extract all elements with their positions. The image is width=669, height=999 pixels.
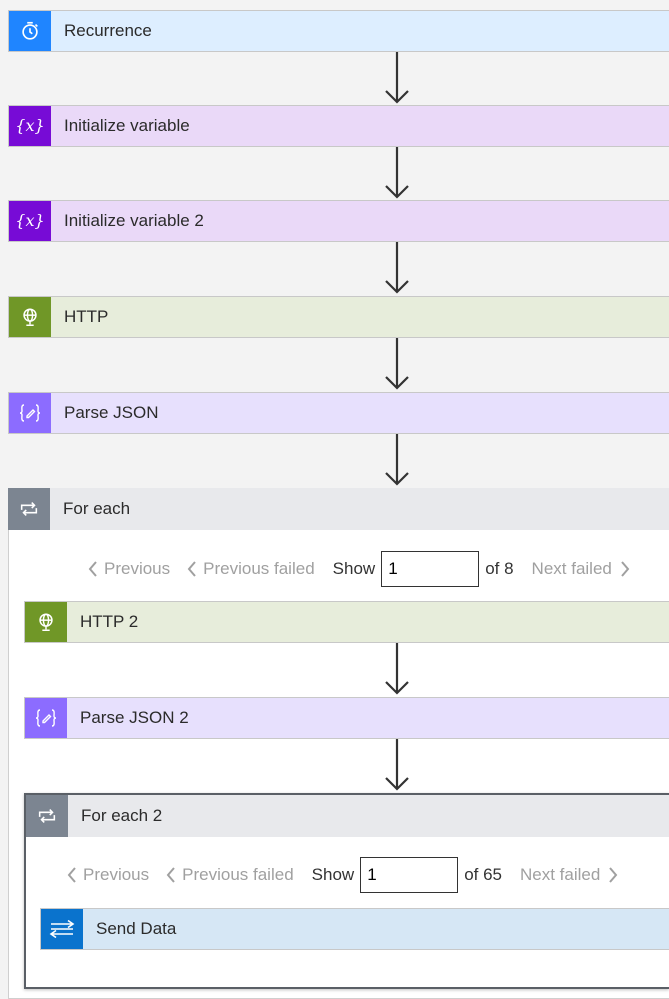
step-send-data[interactable]: Send Data bbox=[40, 908, 669, 950]
previous-button[interactable]: Previous bbox=[67, 865, 149, 885]
parse-json-icon bbox=[9, 393, 51, 433]
step-label: Initialize variable bbox=[64, 116, 190, 135]
step-label: Recurrence bbox=[64, 21, 152, 40]
connector-arrow-icon bbox=[385, 147, 409, 199]
chevron-left-icon bbox=[187, 561, 196, 577]
svg-text:{x}: {x} bbox=[15, 116, 44, 135]
iteration-count: of 65 bbox=[464, 865, 502, 884]
next-failed-label: Next failed bbox=[520, 865, 601, 884]
step-for-each[interactable]: For each bbox=[8, 488, 669, 530]
pagination-bar: Previous Previous failed Show of 65 Next… bbox=[67, 857, 618, 893]
show-label: Show bbox=[332, 559, 376, 578]
step-http-2[interactable]: HTTP 2 bbox=[24, 601, 669, 643]
next-failed-button[interactable]: Next failed bbox=[520, 865, 618, 885]
variable-icon: {x} bbox=[9, 106, 51, 146]
connector-arrow-icon bbox=[385, 643, 409, 695]
transfer-arrows-icon bbox=[41, 909, 83, 949]
previous-label: Previous bbox=[104, 559, 171, 578]
step-for-each-2[interactable]: For each 2 bbox=[26, 795, 669, 837]
connector-arrow-icon bbox=[385, 242, 409, 294]
svg-text:{x}: {x} bbox=[15, 211, 44, 230]
iteration-input[interactable] bbox=[360, 857, 459, 893]
step-initialize-variable[interactable]: {x} Initialize variable bbox=[8, 105, 669, 147]
connector-arrow-icon bbox=[385, 434, 409, 486]
step-label: Parse JSON bbox=[64, 403, 159, 422]
loop-icon bbox=[8, 488, 50, 530]
step-recurrence[interactable]: Recurrence bbox=[8, 10, 669, 52]
globe-icon bbox=[25, 602, 67, 642]
step-parse-json[interactable]: Parse JSON bbox=[8, 392, 669, 434]
step-label: Send Data bbox=[96, 919, 177, 938]
chevron-left-icon bbox=[67, 867, 76, 883]
show-label: Show bbox=[311, 865, 355, 884]
pagination-bar: Previous Previous failed Show of 8 Next … bbox=[88, 551, 630, 587]
next-failed-label: Next failed bbox=[531, 559, 612, 578]
connector-arrow-icon bbox=[385, 338, 409, 390]
previous-failed-button[interactable]: Previous failed bbox=[187, 559, 315, 579]
iteration-input[interactable] bbox=[381, 551, 480, 587]
connector-arrow-icon bbox=[385, 739, 409, 791]
loop-icon bbox=[26, 795, 68, 837]
previous-failed-label: Previous failed bbox=[203, 559, 315, 578]
step-label: HTTP 2 bbox=[80, 612, 139, 631]
step-label: HTTP bbox=[64, 307, 109, 326]
iteration-count: of 8 bbox=[485, 559, 514, 578]
previous-label: Previous bbox=[83, 865, 150, 884]
variable-icon: {x} bbox=[9, 201, 51, 241]
previous-failed-button[interactable]: Previous failed bbox=[166, 865, 294, 885]
step-label: Initialize variable 2 bbox=[64, 211, 204, 230]
step-label: For each 2 bbox=[81, 806, 163, 825]
chevron-right-icon bbox=[609, 867, 618, 883]
next-failed-button[interactable]: Next failed bbox=[532, 559, 630, 579]
globe-icon bbox=[9, 297, 51, 337]
alarm-clock-icon bbox=[9, 11, 51, 51]
step-label: For each bbox=[63, 499, 131, 518]
step-parse-json-2[interactable]: Parse JSON 2 bbox=[24, 697, 669, 739]
chevron-left-icon bbox=[88, 561, 97, 577]
parse-json-icon bbox=[25, 698, 67, 738]
step-initialize-variable-2[interactable]: {x} Initialize variable 2 bbox=[8, 200, 669, 242]
chevron-right-icon bbox=[621, 561, 630, 577]
chevron-left-icon bbox=[166, 867, 175, 883]
previous-button[interactable]: Previous bbox=[88, 559, 170, 579]
connector-arrow-icon bbox=[385, 52, 409, 104]
step-label: Parse JSON 2 bbox=[80, 708, 189, 727]
step-http[interactable]: HTTP bbox=[8, 296, 669, 338]
previous-failed-label: Previous failed bbox=[182, 865, 294, 884]
